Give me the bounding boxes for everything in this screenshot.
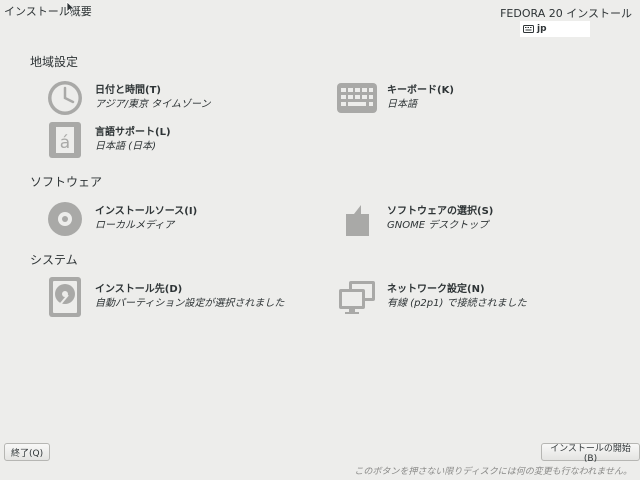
section-heading-software: ソフトウェア: [30, 175, 103, 189]
section-heading-localization: 地域設定: [30, 55, 79, 69]
spoke-source-title: インストールソース(I): [95, 206, 198, 217]
keyboard-small-icon: [523, 25, 534, 33]
quit-button[interactable]: 終了(Q): [4, 443, 51, 461]
keyboard-icon: [337, 78, 377, 118]
spoke-software-status: GNOME デスクトップ: [387, 220, 489, 231]
spoke-language-title: 言語サポート(L): [95, 127, 171, 138]
begin-installation-button[interactable]: インストールの開始(B): [541, 443, 640, 464]
spoke-network-status: 有線 (p2p1) で接続されました: [387, 298, 527, 309]
spoke-software-selection[interactable]: ソフトウェアの選択(S) GNOME デスクトップ: [337, 201, 493, 239]
spoke-language-status: 日本語 (日本): [95, 141, 156, 152]
spoke-language[interactable]: á 言語サポート(L) 日本語 (日本): [45, 122, 171, 160]
spoke-software-title: ソフトウェアの選択(S): [387, 206, 494, 217]
language-icon: á: [45, 120, 85, 160]
page-title: インストール概要: [4, 5, 92, 18]
spoke-network-title: ネットワーク設定(N): [387, 284, 485, 295]
mouse-pointer-icon: [66, 0, 76, 19]
disc-icon: [45, 199, 85, 239]
clock-icon: [45, 78, 85, 118]
spoke-datetime-title: 日付と時間(T): [95, 85, 161, 96]
package-icon: [337, 199, 377, 239]
spoke-datetime[interactable]: 日付と時間(T) アジア/東京 タイムゾーン: [45, 80, 210, 118]
keyboard-layout-label: jp: [537, 24, 547, 34]
svg-text:á: á: [60, 133, 70, 153]
network-icon: [337, 277, 377, 317]
spoke-installation-destination[interactable]: インストール先(D) 自動パーティション設定が選択されました: [45, 277, 285, 317]
spoke-keyboard[interactable]: キーボード(K) 日本語: [337, 80, 454, 118]
product-title: FEDORA 20 インストール: [500, 7, 632, 20]
spoke-network[interactable]: ネットワーク設定(N) 有線 (p2p1) で接続されました: [337, 279, 527, 317]
keyboard-layout-indicator[interactable]: jp: [520, 21, 590, 37]
spoke-source-status: ローカルメディア: [95, 220, 175, 231]
spoke-keyboard-status: 日本語: [387, 99, 417, 110]
spoke-installation-source[interactable]: インストールソース(I) ローカルメディア: [45, 201, 197, 239]
harddisk-icon: [45, 277, 85, 317]
section-heading-system: システム: [30, 253, 78, 267]
spoke-destination-status: 自動パーティション設定が選択されました: [95, 298, 285, 309]
spoke-datetime-status: アジア/東京 タイムゾーン: [95, 99, 211, 110]
spoke-keyboard-title: キーボード(K): [387, 85, 454, 96]
spoke-destination-title: インストール先(D): [95, 284, 183, 295]
footer-note: このボタンを押さない限りディスクには何の変更も行なわれません。: [354, 467, 632, 477]
